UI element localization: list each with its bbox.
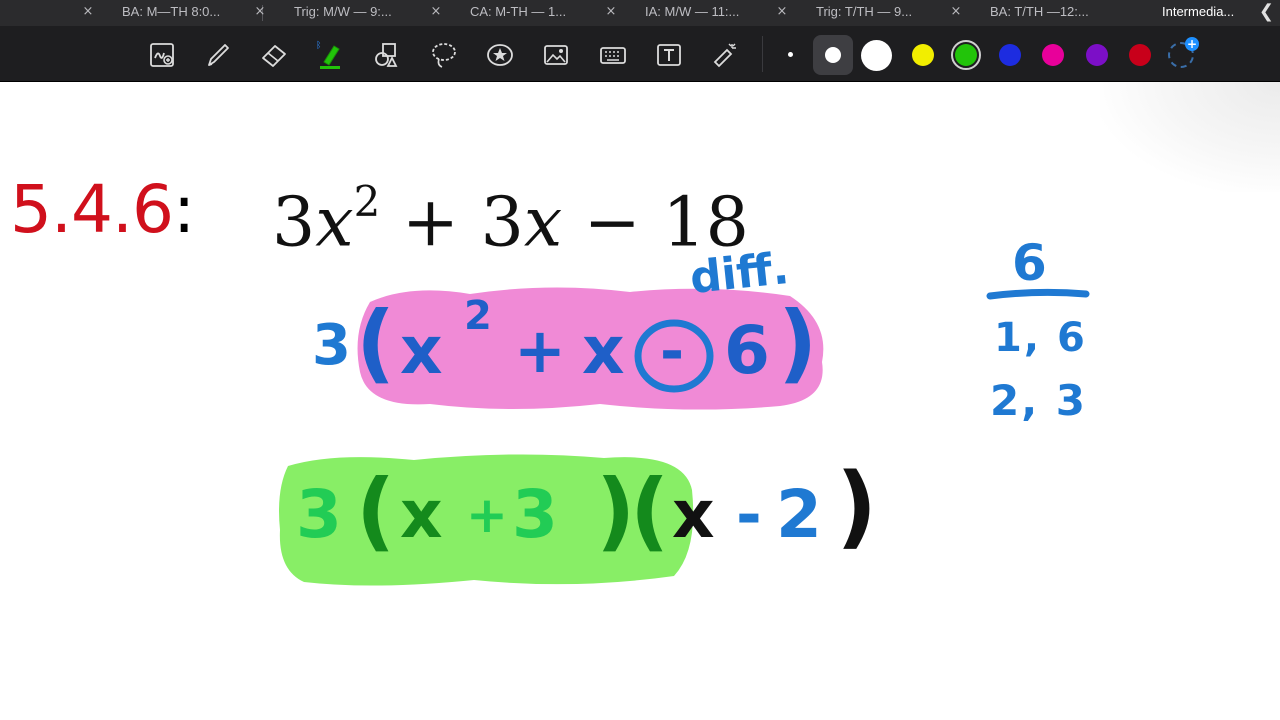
tab-intermediate-active[interactable]: Intermedia... [1162, 0, 1252, 26]
shapes-tool-button[interactable] [370, 39, 402, 71]
close-tab-icon[interactable]: × [80, 4, 96, 20]
problem-number-text: 5.4.6 [10, 171, 174, 248]
toolbar-divider [762, 36, 763, 72]
image-tool-button[interactable] [540, 39, 572, 71]
eq-minus: − [562, 183, 663, 263]
polynomial-equation: 3x2 + 3x − 18 [272, 168, 749, 264]
svg-text:ᛒ: ᛒ [316, 40, 321, 51]
factored-two: 2 [776, 476, 822, 553]
eq-coef-2: 3 [480, 183, 524, 263]
text-tool-button[interactable] [653, 39, 685, 71]
factor-pair-1: 1, 6 [994, 315, 1087, 361]
gcf-exponent: 2 [464, 293, 492, 339]
gcf-x-term: x [400, 312, 443, 389]
text-box-icon [657, 44, 681, 66]
sticker-tool-button[interactable] [484, 39, 516, 71]
color-swatch-green[interactable] [955, 44, 977, 66]
problem-number: 5.4.6: [10, 170, 195, 250]
pen-icon [208, 44, 229, 66]
pen-tool-button[interactable] [202, 39, 234, 71]
tab-label: BA: T/TH —12:... [990, 4, 1089, 19]
highlighter-icon: ᛒ [316, 40, 340, 69]
lasso-icon [432, 43, 456, 68]
gcf-x2-term: x [582, 312, 625, 389]
shapes-icon [375, 43, 398, 67]
gcf-close-paren: ) [778, 293, 818, 393]
keyboard-tool-button[interactable] [597, 39, 629, 71]
tab-label: Intermedia... [1162, 4, 1235, 19]
close-tab-icon[interactable]: × [428, 4, 444, 20]
gcf-open-paren: ( [356, 293, 396, 393]
image-icon [544, 45, 568, 65]
factored-open-paren-1: ( [356, 461, 396, 561]
handwriting-to-text-button[interactable] [146, 39, 178, 71]
diff-annotation: diff. [687, 242, 792, 305]
keyboard-icon [600, 47, 626, 64]
close-tab-icon[interactable]: × [603, 4, 619, 20]
collapse-tabs-icon[interactable]: ❮ [1259, 2, 1274, 22]
highlighter-tool-button[interactable]: ᛒ [314, 39, 346, 71]
eq-exponent: 2 [353, 177, 381, 226]
page-curl-shadow [1100, 82, 1280, 192]
tab-trig-t-th[interactable]: × Trig: T/TH — 9... [704, 0, 913, 26]
lasso-tool-button[interactable] [428, 39, 460, 71]
problem-colon: : [172, 171, 195, 248]
factored-close-paren-2: ) [836, 454, 878, 559]
handwriting-to-text-icon [150, 43, 174, 67]
laser-pointer-tool-button[interactable] [709, 39, 741, 71]
pen-size-medium[interactable] [825, 47, 841, 63]
gcf-plus: + [514, 314, 566, 387]
factored-three: 3 [512, 476, 558, 553]
gcf-coefficient: 3 [312, 313, 351, 378]
close-tab-icon[interactable]: × [252, 4, 268, 20]
color-swatch-yellow[interactable] [912, 44, 934, 66]
eq-var-2: x [523, 183, 563, 263]
factor-pair-2: 2, 3 [990, 376, 1088, 425]
eq-coef-1: 3 [272, 183, 316, 263]
gcf-constant: 6 [724, 312, 770, 389]
tab-ba-m-th[interactable]: × BA: M—TH 8:0... [10, 0, 221, 26]
eq-plus: + [380, 183, 481, 263]
factored-plus: + [466, 486, 508, 544]
tab-ba-t-th[interactable]: × BA: T/TH —12:... [878, 0, 1089, 26]
color-swatch-magenta[interactable] [1042, 44, 1064, 66]
factored-x1: x [400, 476, 443, 553]
pen-size-large[interactable] [861, 40, 892, 71]
add-color-button[interactable]: + [1168, 37, 1199, 68]
eraser-tool-button[interactable] [258, 39, 290, 71]
factored-minus: - [736, 478, 762, 551]
tab-trig-m-w[interactable]: × Trig: M/W — 9:... [182, 0, 392, 26]
tab-ca-m-th[interactable]: × CA: M-TH — 1... [358, 0, 567, 26]
close-tab-icon[interactable]: × [774, 4, 790, 20]
tab-bar: × BA: M—TH 8:0... × Trig: M/W — 9:... × … [0, 0, 1280, 26]
sticker-icon [487, 44, 513, 66]
gcf-circled-minus: - [660, 317, 685, 385]
close-tab-icon[interactable]: × [948, 4, 964, 20]
eraser-icon [262, 45, 286, 67]
color-swatch-red[interactable] [1129, 44, 1151, 66]
laser-pointer-icon [713, 43, 736, 68]
color-swatch-purple[interactable] [1086, 44, 1108, 66]
factored-open-paren-2: ( [630, 461, 670, 561]
factor-underline [986, 288, 1090, 300]
plus-icon: + [1185, 37, 1199, 51]
eq-var-1: x [315, 183, 354, 263]
factor-target: 6 [1012, 234, 1047, 292]
factored-x2: x [672, 476, 715, 553]
factored-coefficient: 3 [296, 476, 342, 553]
color-swatch-blue[interactable] [999, 44, 1021, 66]
pen-size-small[interactable] [788, 52, 793, 57]
tab-ia-m-w[interactable]: × IA: M/W — 11:... [533, 0, 740, 26]
